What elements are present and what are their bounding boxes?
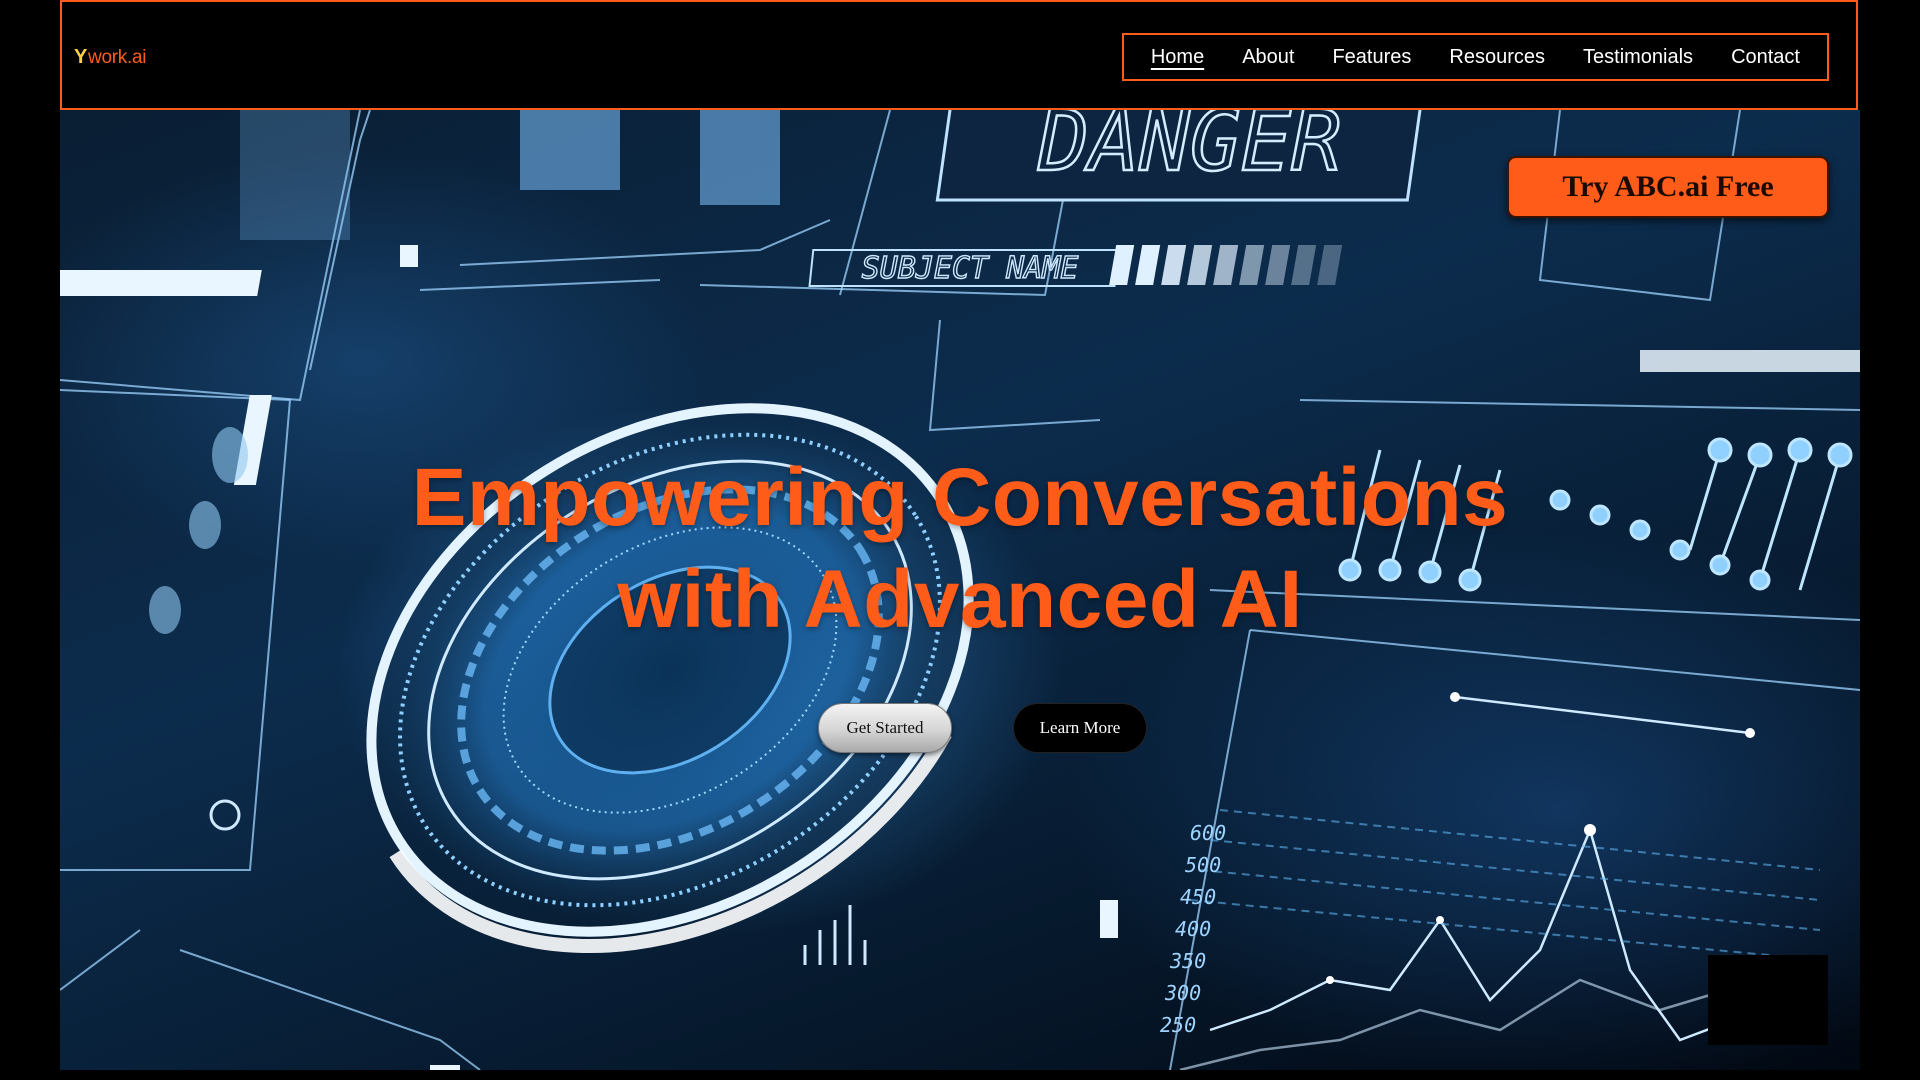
nav-home[interactable]: Home [1151,46,1204,69]
nav-resources[interactable]: Resources [1449,46,1545,69]
hero-title: Empowering Conversations with Advanced A… [60,447,1860,651]
nav-features[interactable]: Features [1332,46,1411,69]
nav-testimonials[interactable]: Testimonials [1583,46,1693,69]
logo-text: work.ai [88,46,147,68]
hero-section: DANGER SUBJECT NAME 600 500 450 400 350 … [60,110,1860,1070]
learn-more-button[interactable]: Learn More [1013,703,1147,753]
scale-label: 350 [1169,949,1206,973]
hero-title-line1: Empowering Conversations [411,451,1509,543]
scale-label: 500 [1185,853,1221,877]
try-free-button[interactable]: Try ABC.ai Free [1507,156,1829,218]
scale-label: 600 [1190,821,1226,845]
hud-subject-text: SUBJECT NAME [862,251,1079,286]
navbar: Y work.ai Home About Features Resources … [60,0,1858,110]
nav-contact[interactable]: Contact [1731,46,1800,69]
page-frame: Y work.ai Home About Features Resources … [60,0,1860,1070]
scale-label: 450 [1180,885,1216,909]
nav-about[interactable]: About [1242,46,1294,69]
logo[interactable]: Y work.ai [74,46,146,69]
scale-label: 250 [1160,1013,1196,1037]
get-started-button[interactable]: Get Started [818,703,952,753]
main-nav: Home About Features Resources Testimonia… [1121,33,1829,81]
scale-label: 300 [1164,981,1201,1005]
hud-danger-text: DANGER [1037,110,1341,190]
logo-icon: Y [74,46,88,68]
hero-title-line2: with Advanced AI [617,553,1303,645]
chat-widget-box[interactable] [1708,955,1828,1045]
scale-label: 400 [1175,917,1211,941]
